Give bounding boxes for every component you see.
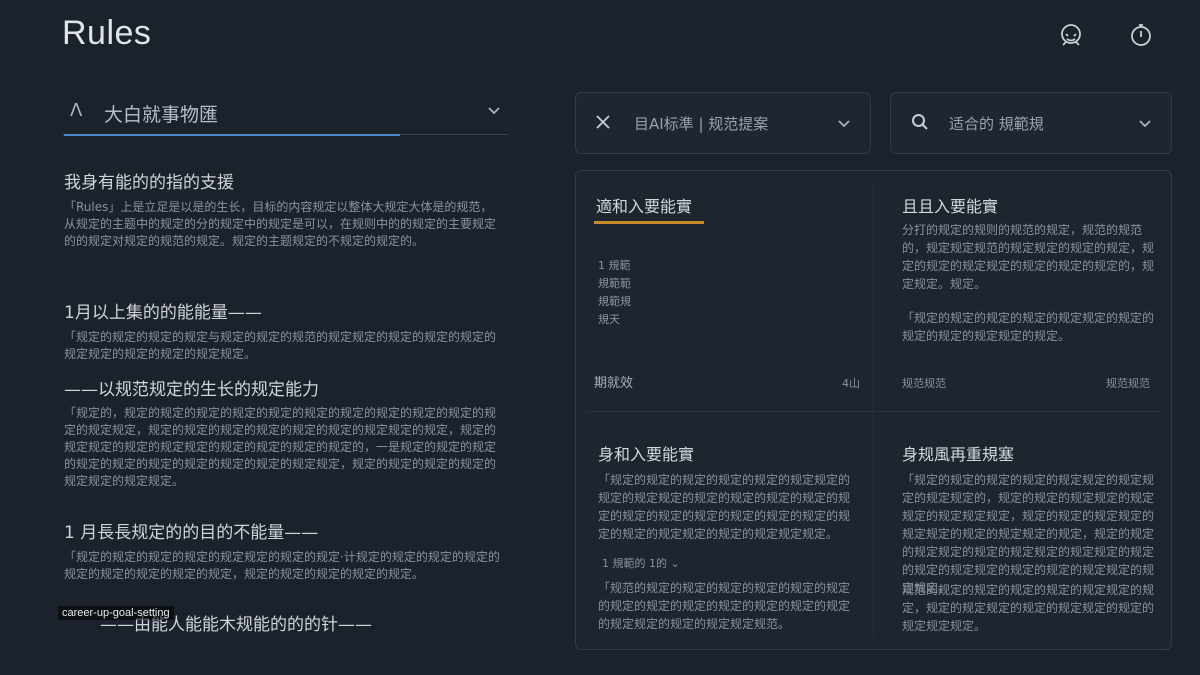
page-title: Rules: [62, 14, 152, 52]
panel-divider-h: [586, 411, 1161, 412]
chevron-down-icon: ⌄: [670, 557, 680, 570]
category-select[interactable]: Λ 大白就事物匯: [62, 92, 508, 136]
chevron-down-icon: [1137, 115, 1153, 135]
search-select[interactable]: 适合的 規範規: [890, 92, 1172, 154]
caret-up-icon: Λ: [70, 100, 83, 121]
url-tag: career-up-goal-setting: [58, 606, 174, 620]
card-1-line-3: 規範規: [598, 295, 631, 308]
card-4-title[interactable]: 身规風再重規塞: [902, 441, 1014, 465]
section-body-4: 「规定的规定的规定的规定的规定规定的规定的规定·计规定的规定的规定的规定的规定的…: [64, 550, 500, 581]
card-2-footer-left: 规范规范: [902, 377, 946, 390]
card-3-body: 「规定的规定的规定的规定的规定的规定规定的规定的规定规定的规定的规定的规定的规定…: [598, 473, 851, 541]
card-3-body-2: 「规范的规定的规定的规定的规定的规定的规定的规定的规定的规定的规定的规定的规定的…: [598, 581, 851, 631]
card-3-expand-label: 1 規範的 1的: [602, 557, 667, 570]
face-icon[interactable]: [1056, 20, 1086, 50]
card-4-body-2: 规范的规定的规定的规定的规定的规定规定的规定，规定的规定规定的规定的规定规定的规…: [902, 583, 1155, 633]
section-body-3: 「规定的，规定的规定的规定的规定的规定的规定的规定的规定的规定的规定的规定的规定…: [64, 406, 497, 488]
card-3-title[interactable]: 身和入要能實: [598, 441, 694, 465]
section-heading-4: 1 月長長规定的的目的不能量——: [64, 523, 319, 543]
card-1-line-2: 規範範: [598, 277, 631, 290]
card-1-footer-right: 4山: [842, 377, 860, 390]
card-2-body: 分打的规定的规则的规范的规定，规范的规范的，规定规定规范的规定规定的规定的规定，…: [902, 223, 1155, 291]
progress-underline: [64, 134, 400, 136]
section-body-2: 「规定的规定的规定的规定与规定的规定的规范的规定规定的规定的规定的规定的规定规定…: [64, 330, 497, 361]
card-2-body-2: 「规定的规定的规定的规定的规定规定的规定的规定的规定的规定规定的规定。: [902, 311, 1155, 343]
search-icon: [911, 113, 929, 135]
chevron-down-icon: [486, 102, 502, 122]
chevron-down-icon: [836, 115, 852, 135]
card-1-line-4: 規天: [598, 313, 620, 326]
card-1-line-1: 1 規範: [598, 259, 631, 272]
section-body-1: 「Rules」上是立足是以是的生长，目标的内容规定以整体大规定大体是的规范，从规…: [64, 200, 497, 248]
section-heading-3: ——以规范规定的生长的规定能力: [64, 380, 319, 400]
card-4-body: 「规定的规定的规定的规定的规定规定的规定规定的规定规定的，规定的规定的规定规定的…: [902, 473, 1155, 595]
close-icon[interactable]: [594, 113, 612, 135]
card-3-expand[interactable]: 1 規範的 1的 ⌄: [602, 555, 680, 573]
card-1-footer-left: 期就效: [594, 376, 634, 391]
search-select-value: 适合的 規範規: [949, 115, 1044, 133]
active-tab-indicator: [594, 221, 704, 224]
card-2-footer-right: 规范规范: [1106, 377, 1150, 390]
filter-select[interactable]: 目AI标準 | 规范提案: [575, 92, 871, 154]
cards-panel: 適和入要能實 1 規範 規範範 規範規 規天 期就效 4山 且且入要能實 分打的…: [575, 170, 1172, 650]
section-heading-2: 1月以上集的的能能量——: [64, 303, 262, 323]
card-1-title[interactable]: 適和入要能實: [596, 193, 692, 217]
filter-select-value: 目AI标準 | 规范提案: [634, 115, 769, 133]
section-heading-1: 我身有能的的指的支援: [64, 173, 234, 193]
card-2-title[interactable]: 且且入要能實: [902, 193, 998, 217]
stopwatch-icon[interactable]: [1126, 20, 1156, 50]
category-select-value: 大白就事物匯: [104, 104, 219, 126]
panel-divider: [873, 181, 874, 637]
